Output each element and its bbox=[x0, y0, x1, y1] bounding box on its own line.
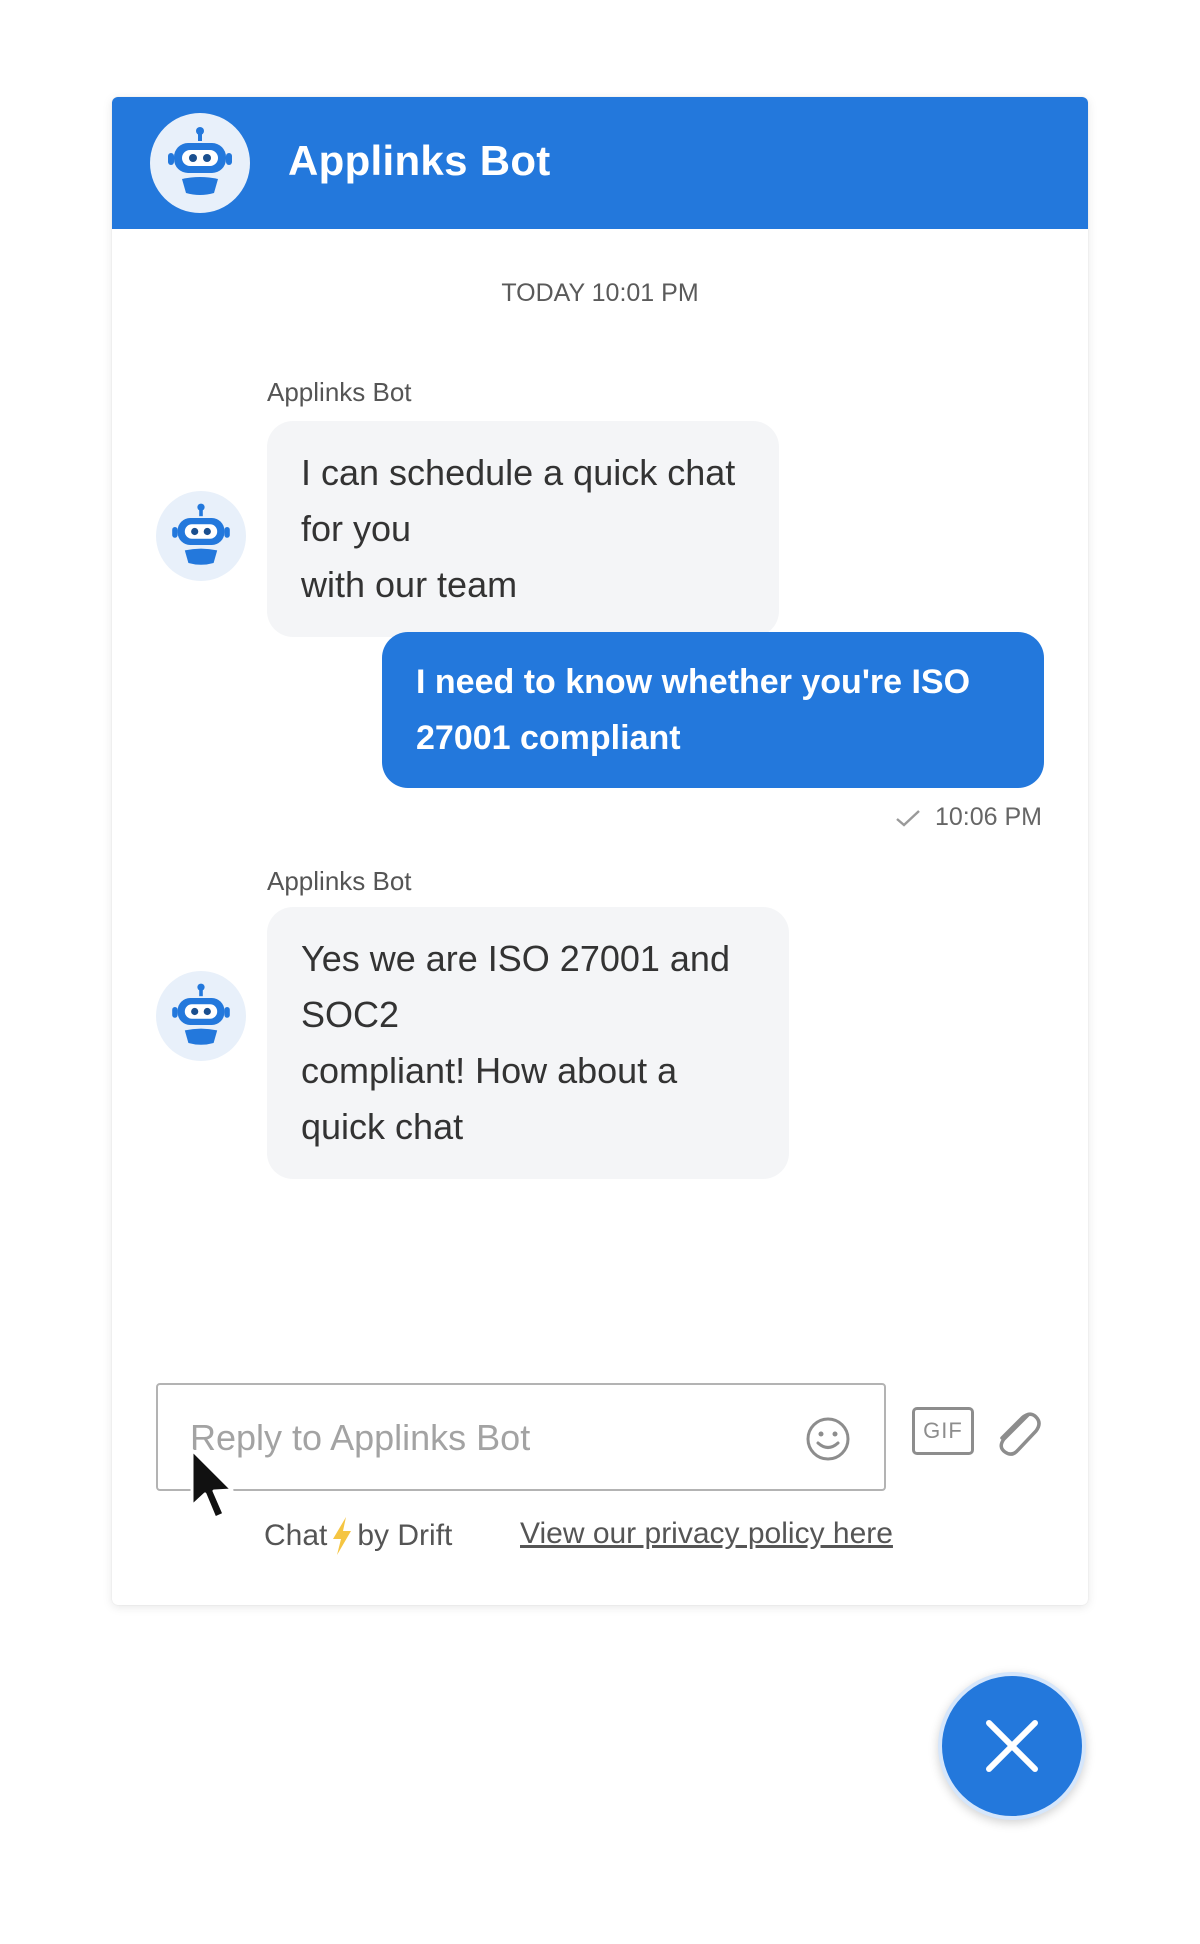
privacy-policy-link[interactable]: View our privacy policy here bbox=[520, 1517, 893, 1551]
message-sender: Applinks Bot bbox=[267, 866, 412, 896]
drift-branding[interactable]: Chat by Drift bbox=[264, 1517, 452, 1555]
gif-button[interactable]: GIF bbox=[912, 1407, 974, 1455]
close-chat-button[interactable] bbox=[938, 1672, 1086, 1820]
message-text-line: 27001 compliant bbox=[416, 719, 681, 757]
mouse-cursor-icon bbox=[190, 1448, 234, 1520]
lightning-icon bbox=[333, 1517, 352, 1555]
message-text-line: I need to know whether you're ISO bbox=[416, 663, 971, 701]
robot-icon bbox=[150, 113, 250, 213]
robot-icon bbox=[156, 971, 246, 1061]
message-text-line: Yes we are ISO 27001 and SOC2 bbox=[301, 938, 730, 1035]
check-icon bbox=[896, 809, 920, 827]
user-message-bubble: I need to know whether you're ISO 27001 … bbox=[382, 632, 1044, 788]
message-text-line: compliant! How about a quick chat bbox=[301, 1050, 678, 1147]
reply-input[interactable] bbox=[188, 1403, 772, 1473]
message-text-line: with our team bbox=[301, 564, 518, 605]
reply-composer bbox=[156, 1383, 886, 1491]
chat-header: Applinks Bot bbox=[112, 97, 1088, 229]
robot-icon bbox=[156, 491, 246, 581]
bot-message-bubble: Yes we are ISO 27001 and SOC2 compliant!… bbox=[267, 907, 789, 1179]
bot-message-bubble: I can schedule a quick chat for you with… bbox=[267, 421, 779, 637]
paperclip-icon[interactable] bbox=[988, 1401, 1044, 1461]
read-receipt: 10:06 PM bbox=[895, 803, 1042, 832]
by-drift-label: by Drift bbox=[357, 1519, 453, 1552]
chat-widget: Applinks Bot TODAY 10:01 PM Applinks Bot… bbox=[112, 97, 1088, 1605]
chat-label: Chat bbox=[264, 1519, 328, 1552]
close-icon bbox=[986, 1720, 1038, 1772]
message-sender: Applinks Bot bbox=[267, 377, 412, 407]
smiley-icon[interactable] bbox=[804, 1415, 852, 1463]
conversation-timestamp: TODAY 10:01 PM bbox=[501, 279, 699, 307]
chat-title: Applinks Bot bbox=[288, 137, 551, 184]
message-time: 10:06 PM bbox=[934, 803, 1042, 831]
message-text-line: I can schedule a quick chat for you bbox=[301, 452, 736, 549]
